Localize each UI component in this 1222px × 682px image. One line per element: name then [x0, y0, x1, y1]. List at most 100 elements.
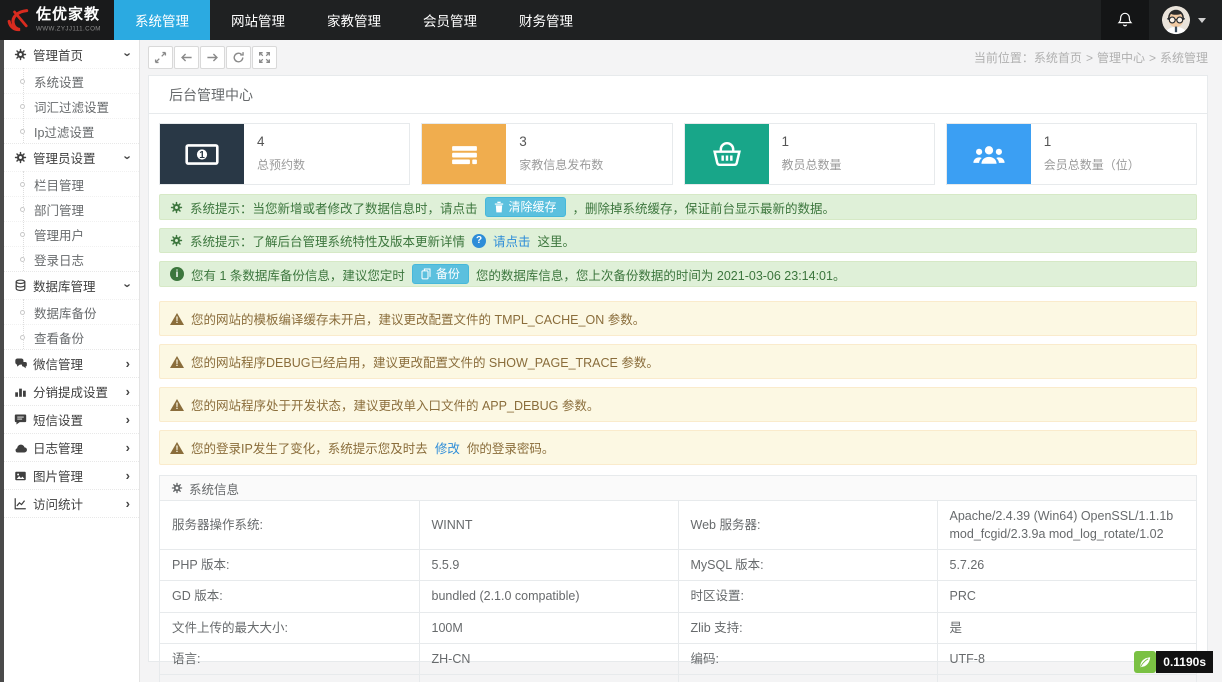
bullet-icon	[20, 207, 25, 212]
warning-icon: !	[170, 442, 184, 454]
sidebar-section-label: 数据库管理	[31, 276, 126, 295]
alert-warning-3: !您的登录IP发生了变化，系统提示您及时去修改你的登录密码。	[159, 430, 1197, 465]
nav-tab-2[interactable]: 家教管理	[306, 0, 402, 40]
question-circle-icon: ?	[472, 234, 486, 248]
system-info-row-4: 语言:ZH-CN编码:UTF-8	[160, 643, 1196, 674]
stat-value: 1	[782, 134, 842, 149]
alert-warning-1: !您的网站程序DEBUG已经启用，建议更改配置文件的 SHOW_PAGE_TRA…	[159, 344, 1197, 379]
money-icon: 1	[160, 124, 244, 184]
sidebar-item-label: 登录日志	[34, 250, 84, 269]
nav-tab-3[interactable]: 会员管理	[402, 0, 498, 40]
sidebar-section-2[interactable]: 数据库管理›	[4, 271, 139, 299]
nav-tab-0[interactable]: 系统管理	[114, 0, 210, 40]
info-circle-icon: i	[170, 267, 184, 281]
wechat-icon	[14, 357, 31, 370]
sidebar-section-label: 微信管理	[31, 354, 126, 373]
navbar-right	[1101, 0, 1222, 40]
alert-text: ，删除掉系统缓存，保证前台显示最新的数据。	[573, 198, 836, 217]
sidebar-item-1-3[interactable]: 登录日志	[4, 246, 139, 271]
alert-success-0: 系统提示：当您新增或者修改了数据信息时，请点击清除缓存，删除掉系统缓存，保证前台…	[159, 194, 1197, 220]
system-info-header: 系统信息	[160, 476, 1196, 501]
app-logo[interactable]: 佐优家教 WWW.ZYJJ111.COM	[0, 0, 114, 40]
sidebar-item-2-1[interactable]: 查看备份	[4, 324, 139, 349]
info-value: WINNT	[419, 501, 678, 550]
system-info-row-5: 后台版本:V2.0.2联系邮箱:bh#jxbht.com ?	[160, 674, 1196, 682]
sidebar-section-label: 分销提成设置	[31, 382, 126, 401]
stat-body: 4 总预约数	[244, 124, 305, 184]
alert-success-2: i 您有 1 条数据库备份信息，建议您定时备份您的数据库信息，您上次备份数据的时间…	[159, 261, 1197, 287]
warning-icon: !	[170, 399, 184, 411]
sms-icon	[14, 413, 31, 426]
stat-label: 会员总数量（位）	[1044, 156, 1140, 173]
nav-tab-4[interactable]: 财务管理	[498, 0, 594, 40]
copy-icon	[421, 268, 431, 280]
breadcrumb-item-0[interactable]: 系统首页	[1034, 51, 1082, 65]
sidebar-section-label: 访问统计	[31, 494, 126, 513]
clear-cache-button[interactable]: 清除缓存	[485, 197, 566, 217]
users-icon	[947, 124, 1031, 184]
stat-label: 总预约数	[257, 156, 305, 173]
history-toolbar	[148, 46, 278, 69]
breadcrumb-item-2[interactable]: 系统管理	[1160, 51, 1208, 65]
sidebar-section-8[interactable]: 访问统计›	[4, 489, 139, 517]
sidebar-item-1-1[interactable]: 部门管理	[4, 196, 139, 221]
logo-subtitle: WWW.ZYJJ111.COM	[36, 25, 101, 32]
database-icon	[14, 279, 31, 292]
trash-icon	[494, 201, 504, 213]
system-info-row-2: GD 版本:bundled (2.1.0 compatible)时区设置:PRC	[160, 581, 1196, 612]
sidebar-item-label: 数据库备份	[34, 303, 97, 322]
svg-text:1: 1	[199, 150, 205, 161]
stat-card-0: 1 4 总预约数	[159, 123, 410, 185]
stat-body: 3家教信息发布数	[506, 124, 603, 184]
stat-card-3: 1会员总数量（位）	[946, 123, 1197, 185]
sidebar-section-7[interactable]: 图片管理›	[4, 461, 139, 489]
alert-text: 您的数据库信息，您上次备份数据的时间为 2021-03-06 23:14:01。	[476, 265, 846, 284]
info-value: ZH-CN	[419, 643, 678, 674]
alert-text: 您的网站的模板编译缓存未开启，建议更改配置文件的 TMPL_CACHE_ON 参…	[191, 309, 645, 328]
refresh-button[interactable]	[226, 46, 251, 69]
nav-tab-1[interactable]: 网站管理	[210, 0, 306, 40]
bell-icon	[1116, 11, 1134, 29]
sidebar-item-0-1[interactable]: 词汇过滤设置	[4, 93, 139, 118]
system-info-row-1: PHP 版本:5.5.9MySQL 版本:5.7.26	[160, 550, 1196, 581]
stat-value: 3	[519, 134, 603, 149]
top-navbar: 佐优家教 WWW.ZYJJ111.COM 系统管理网站管理家教管理会员管理财务管…	[0, 0, 1222, 40]
bullet-icon	[20, 79, 25, 84]
expand-button[interactable]	[148, 46, 173, 69]
sidebar-section-1[interactable]: 管理员设置›	[4, 143, 139, 171]
alert-link[interactable]: 请点击	[493, 231, 531, 250]
alert-text: 你的登录密码。	[467, 438, 555, 457]
arrow-left-button[interactable]	[174, 46, 199, 69]
bullet-icon	[20, 182, 25, 187]
sidebar-item-0-2[interactable]: Ip过滤设置	[4, 118, 139, 143]
alert-text: 您的网站程序处于开发状态，建议更改单入口文件的 APP_DEBUG 参数。	[191, 395, 599, 414]
alert-text: 您有 1 条数据库备份信息，建议您定时	[191, 265, 405, 284]
arrow-right-button[interactable]	[200, 46, 225, 69]
sidebar-item-1-0[interactable]: 栏目管理	[4, 171, 139, 196]
notifications-button[interactable]	[1101, 0, 1149, 40]
backup-button[interactable]: 备份	[412, 264, 469, 284]
info-value: 100M	[419, 612, 678, 643]
sidebar-item-2-0[interactable]: 数据库备份	[4, 299, 139, 324]
sidebar-section-0[interactable]: 管理首页›	[4, 40, 139, 68]
sidebar-item-1-2[interactable]: 管理用户	[4, 221, 139, 246]
sidebar-item-0-0[interactable]: 系统设置	[4, 68, 139, 93]
sidebar-section-label: 短信设置	[31, 410, 126, 429]
stat-value: 4	[257, 134, 305, 149]
chevron-right-icon: ›	[126, 357, 130, 370]
arrows-out-button[interactable]	[252, 46, 277, 69]
alert-text: 系统提示：了解后台管理系统特性及版本更新详情	[190, 231, 465, 250]
user-menu[interactable]	[1149, 0, 1222, 40]
breadcrumb-prefix: 当前位置：	[974, 51, 1034, 65]
sidebar-divider	[4, 517, 139, 521]
sidebar-section-3[interactable]: 微信管理›	[4, 349, 139, 377]
sidebar-section-4[interactable]: 分销提成设置›	[4, 377, 139, 405]
sidebar-section-6[interactable]: 日志管理›	[4, 433, 139, 461]
info-value: 5.7.26	[937, 550, 1196, 581]
sidebar-section-5[interactable]: 短信设置›	[4, 405, 139, 433]
bullet-icon	[20, 104, 25, 109]
thinkphp-trace-icon[interactable]	[1134, 651, 1156, 673]
breadcrumb-item-1[interactable]: 管理中心	[1097, 51, 1145, 65]
alert-link[interactable]: 修改	[435, 438, 460, 457]
alert-text: 这里。	[538, 231, 576, 250]
